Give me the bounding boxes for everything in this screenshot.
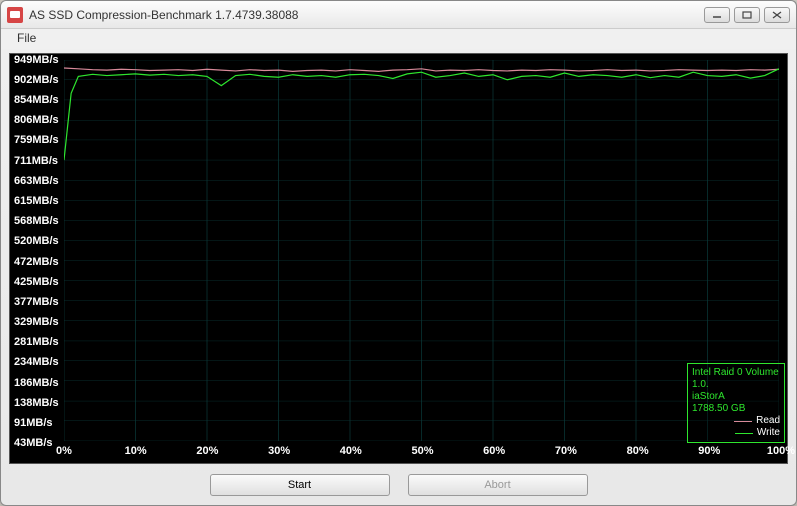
window-controls [704, 7, 790, 23]
x-tick-label: 30% [268, 445, 290, 457]
y-tick-label: 472MB/s [14, 256, 59, 268]
app-icon [7, 7, 23, 23]
x-tick-label: 80% [627, 445, 649, 457]
y-tick-label: 854MB/s [14, 94, 59, 106]
legend-capacity: 1788.50 GB [692, 403, 780, 415]
y-tick-label: 806MB/s [14, 114, 59, 126]
titlebar: AS SSD Compression-Benchmark 1.7.4739.38… [1, 1, 796, 29]
legend-write-swatch [735, 433, 753, 434]
y-tick-label: 568MB/s [14, 215, 59, 227]
y-tick-label: 663MB/s [14, 175, 59, 187]
menubar: File [1, 29, 796, 49]
minimize-button[interactable] [704, 7, 730, 23]
y-tick-label: 711MB/s [14, 155, 58, 167]
x-tick-label: 20% [196, 445, 218, 457]
x-tick-label: 90% [698, 445, 720, 457]
window-title: AS SSD Compression-Benchmark 1.7.4739.38… [29, 8, 704, 22]
x-tick-label: 40% [340, 445, 362, 457]
y-tick-label: 43MB/s [14, 437, 53, 449]
y-tick-label: 138MB/s [14, 397, 59, 409]
y-axis: 949MB/s 902MB/s 854MB/s 806MB/s 759MB/s 711MB… [10, 54, 64, 463]
app-window: AS SSD Compression-Benchmark 1.7.4739.38… [0, 0, 797, 506]
y-tick-label: 377MB/s [14, 296, 59, 308]
x-tick-label: 70% [555, 445, 577, 457]
legend-device: Intel Raid 0 Volume 1.0. [692, 367, 780, 391]
y-tick-label: 281MB/s [14, 336, 59, 348]
y-tick-label: 902MB/s [14, 74, 59, 86]
y-tick-label: 759MB/s [14, 134, 59, 146]
y-tick-label: 425MB/s [14, 276, 59, 288]
x-tick-label: 60% [483, 445, 505, 457]
abort-button[interactable]: Abort [408, 474, 588, 496]
button-bar: Start Abort [1, 471, 796, 499]
legend-read-swatch [734, 421, 752, 422]
x-axis: 0%10%20%30%40%50%60%70%80%90%100% [64, 445, 779, 461]
y-tick-label: 615MB/s [14, 195, 59, 207]
y-tick-label: 186MB/s [14, 377, 59, 389]
x-tick-label: 50% [411, 445, 433, 457]
chart-area: 949MB/s 902MB/s 854MB/s 806MB/s 759MB/s 711MB… [9, 53, 788, 464]
y-tick-label: 329MB/s [14, 316, 59, 328]
close-button[interactable] [764, 7, 790, 23]
legend-read: Read [692, 415, 780, 427]
plot-region [64, 60, 779, 441]
y-tick-label: 949MB/s [14, 54, 59, 66]
x-tick-label: 10% [125, 445, 147, 457]
start-button[interactable]: Start [210, 474, 390, 496]
legend-box: Intel Raid 0 Volume 1.0. iaStorA 1788.50… [687, 363, 785, 443]
x-tick-label: 0% [56, 445, 72, 457]
y-tick-label: 91MB/s [14, 417, 53, 429]
y-tick-label: 234MB/s [14, 356, 59, 368]
menu-file[interactable]: File [11, 29, 42, 47]
y-tick-label: 520MB/s [14, 235, 59, 247]
legend-write: Write [692, 427, 780, 439]
x-tick-label: 100% [767, 445, 795, 457]
legend-driver: iaStorA [692, 391, 780, 403]
maximize-button[interactable] [734, 7, 760, 23]
